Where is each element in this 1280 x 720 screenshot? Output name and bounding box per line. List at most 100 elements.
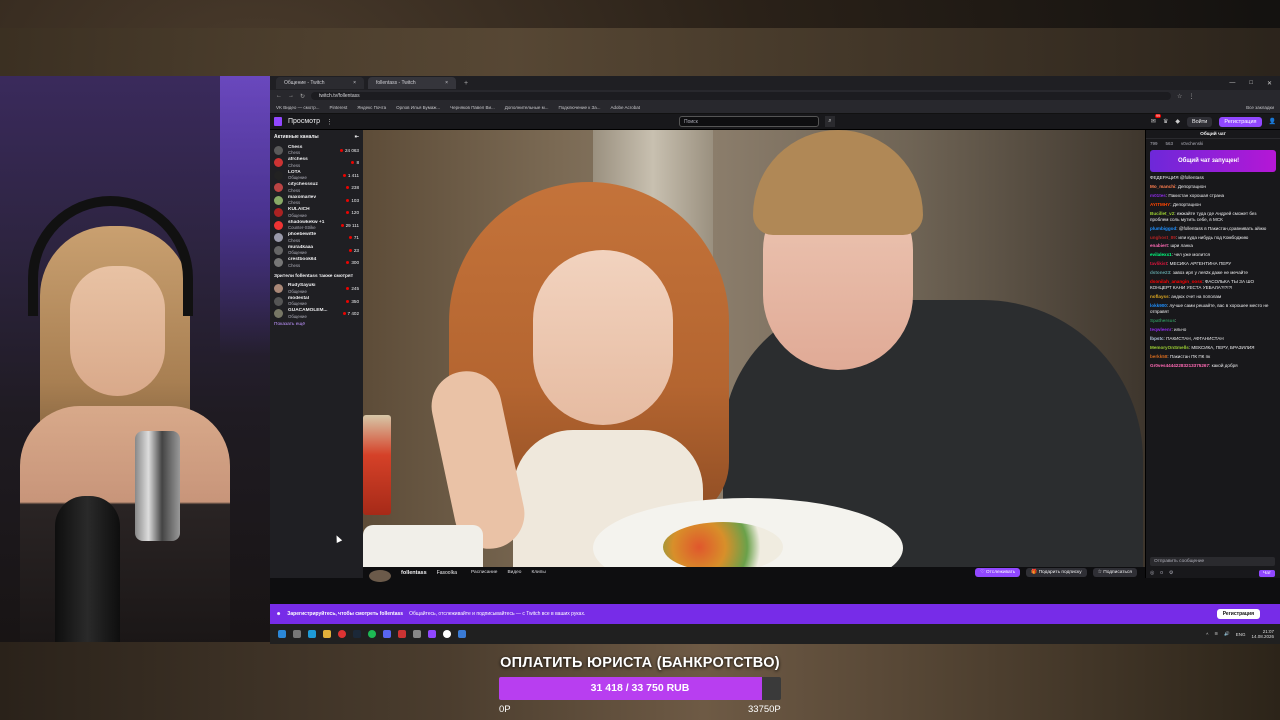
close-icon[interactable]: ×: [353, 77, 356, 89]
steam-icon[interactable]: [353, 630, 361, 638]
bookmark-item[interactable]: VK Видео — смотр...: [276, 105, 319, 110]
tab-clips[interactable]: Клипы: [531, 570, 545, 575]
chat-input[interactable]: Отправить сообщение: [1150, 557, 1275, 566]
volume-icon[interactable]: 🔊: [1224, 631, 1230, 637]
bookmark-item[interactable]: Adobe Acrobat: [610, 105, 640, 110]
browser-tab-active[interactable]: follentass - Twitch ×: [368, 77, 456, 89]
app-icon[interactable]: [413, 630, 421, 638]
clock[interactable]: 21:07 14.08.2026: [1251, 629, 1274, 640]
new-tab-button[interactable]: +: [460, 80, 468, 87]
signup-button[interactable]: Регистрация: [1219, 116, 1262, 127]
bookmark-item[interactable]: Черняков Павел Ви...: [450, 105, 495, 110]
video-player[interactable]: [363, 130, 1145, 567]
chat-username[interactable]: Gr0ves44442283213375267: [1150, 363, 1209, 368]
sidebar-channel[interactable]: modestal Общение 350: [274, 295, 359, 307]
forward-icon[interactable]: →: [288, 93, 294, 99]
taskview-icon[interactable]: [293, 630, 301, 638]
user-icon[interactable]: 👤: [1269, 118, 1276, 125]
show-more-link[interactable]: Показать ещё: [274, 322, 359, 327]
sidebar-channel[interactable]: Chess Chess 24 063: [274, 144, 359, 156]
gift-sub-button[interactable]: 🎁 Подарить подписку: [1026, 568, 1087, 577]
chrome-icon[interactable]: [338, 630, 346, 638]
chat-send-button[interactable]: Чат: [1259, 570, 1275, 577]
app-icon[interactable]: [458, 630, 466, 638]
wifi-icon[interactable]: ≋: [1214, 631, 1218, 637]
chat-username[interactable]: Spathersus: [1150, 318, 1175, 323]
search-icon[interactable]: ⌕: [824, 116, 835, 127]
close-icon[interactable]: ×: [445, 77, 448, 89]
notifications-icon[interactable]: ✉ 99: [1151, 114, 1161, 125]
collapse-icon[interactable]: ⇤: [355, 134, 359, 140]
close-window-icon[interactable]: ✕: [1267, 80, 1272, 87]
sidebar-channel[interactable]: phoebewitte Chess 71: [274, 232, 359, 244]
search-input[interactable]: Поиск: [678, 116, 819, 127]
chat-username[interactable]: dsonilah_anangin_ooss: [1150, 279, 1202, 284]
more-icon[interactable]: ⋮: [326, 118, 333, 126]
bookmark-item[interactable]: Подключение к За...: [559, 105, 601, 110]
bookmark-item[interactable]: Яндекс Почта: [357, 105, 386, 110]
chat-username[interactable]: AYITMHY: [1150, 202, 1170, 207]
sidebar-channel[interactable]: afrchess Chess 8: [274, 157, 359, 169]
tab-schedule[interactable]: Расписание: [471, 570, 497, 575]
sidebar-channel[interactable]: citychesssuz Chess 238: [274, 182, 359, 194]
reload-icon[interactable]: ↻: [300, 93, 305, 100]
avatar[interactable]: [369, 569, 391, 582]
login-button[interactable]: Войти: [1186, 116, 1213, 127]
crown-icon[interactable]: ♛: [1163, 118, 1168, 125]
chat-username[interactable]: plumbiggod: [1150, 226, 1176, 231]
chat-username[interactable]: m01tes: [1150, 193, 1166, 198]
sidebar-channel[interactable]: RudySayuki Общение 245: [274, 283, 359, 295]
back-icon[interactable]: ←: [276, 93, 282, 99]
sidebar-channel[interactable]: LOTA Общение 1 411: [274, 169, 359, 181]
sidebar-channel[interactable]: crestbook64 Chess 300: [274, 257, 359, 269]
language-indicator[interactable]: ENG: [1236, 632, 1246, 637]
edge-icon[interactable]: [308, 630, 316, 638]
explorer-icon[interactable]: [323, 630, 331, 638]
star-icon[interactable]: ☆: [1177, 93, 1182, 100]
category-name[interactable]: Fasoolka: [437, 570, 457, 576]
all-bookmarks[interactable]: Все закладки: [1246, 105, 1274, 110]
chat-username[interactable]: lbpstc: [1150, 336, 1164, 341]
discord-icon[interactable]: [383, 630, 391, 638]
sidebar-channel[interactable]: maxomarlev Chess 103: [274, 194, 359, 206]
bookmark-item[interactable]: Pinterest: [329, 105, 347, 110]
sidebar-channel[interactable]: KULAICH Общение 120: [274, 207, 359, 219]
browser-tab[interactable]: Общение - Twitch ×: [276, 77, 364, 89]
chat-username[interactable]: Mo_manchi: [1150, 184, 1175, 189]
chat-username[interactable]: lokk900: [1150, 303, 1167, 308]
sidebar-channel[interactable]: GUACAMOLEM... Общение 7 402: [274, 308, 359, 320]
minimize-icon[interactable]: —: [1229, 80, 1235, 87]
twitch-app-icon[interactable]: [428, 630, 436, 638]
start-icon[interactable]: [278, 630, 286, 638]
chevron-up-icon[interactable]: ^: [1206, 632, 1208, 637]
maximize-icon[interactable]: □: [1249, 80, 1253, 87]
browse-link[interactable]: Просмотр: [288, 118, 320, 125]
chat-username[interactable]: enabiert: [1150, 243, 1168, 248]
chat-username[interactable]: evilalexx1: [1150, 252, 1172, 257]
twitch-logo-icon[interactable]: [274, 117, 282, 126]
settings-icon[interactable]: ⚙: [1169, 571, 1173, 576]
url-input[interactable]: twitch.tv/follentass: [311, 92, 1172, 100]
tab-videos[interactable]: Видео: [507, 570, 521, 575]
app-icon[interactable]: [443, 630, 451, 638]
points-icon[interactable]: ◎: [1150, 571, 1154, 576]
chat-username[interactable]: teqwleenr: [1150, 327, 1171, 332]
channel-name[interactable]: follentass: [401, 570, 427, 576]
bookmark-item[interactable]: Дополнительные м...: [505, 105, 549, 110]
bits-icon[interactable]: ◆: [1175, 118, 1180, 125]
sidebar-channel[interactable]: mura4kaaa Общение 23: [274, 244, 359, 256]
app-icon[interactable]: [398, 630, 406, 638]
menu-icon[interactable]: ⋮: [1188, 93, 1194, 100]
register-button[interactable]: Регистрация: [1216, 609, 1260, 619]
chat-username[interactable]: tavlikist: [1150, 261, 1167, 266]
chat-username[interactable]: Bucillet_v2: [1150, 211, 1174, 216]
chat-username[interactable]: MemoryOnSmells: [1150, 345, 1189, 350]
spotify-icon[interactable]: [368, 630, 376, 638]
follow-button[interactable]: ♡ Отслеживать: [975, 568, 1021, 577]
subscribe-button[interactable]: ☆ Подписаться: [1092, 568, 1137, 577]
chat-username[interactable]: berkk58: [1150, 354, 1167, 359]
chat-username[interactable]: noflayss: [1150, 294, 1169, 299]
bookmark-item[interactable]: Орлов Илья Бумаж...: [396, 105, 440, 110]
chat-username[interactable]: unghost_89: [1150, 235, 1176, 240]
sidebar-channel[interactable]: shadowkekw +1 Counter-Strike 29 111: [274, 219, 359, 231]
